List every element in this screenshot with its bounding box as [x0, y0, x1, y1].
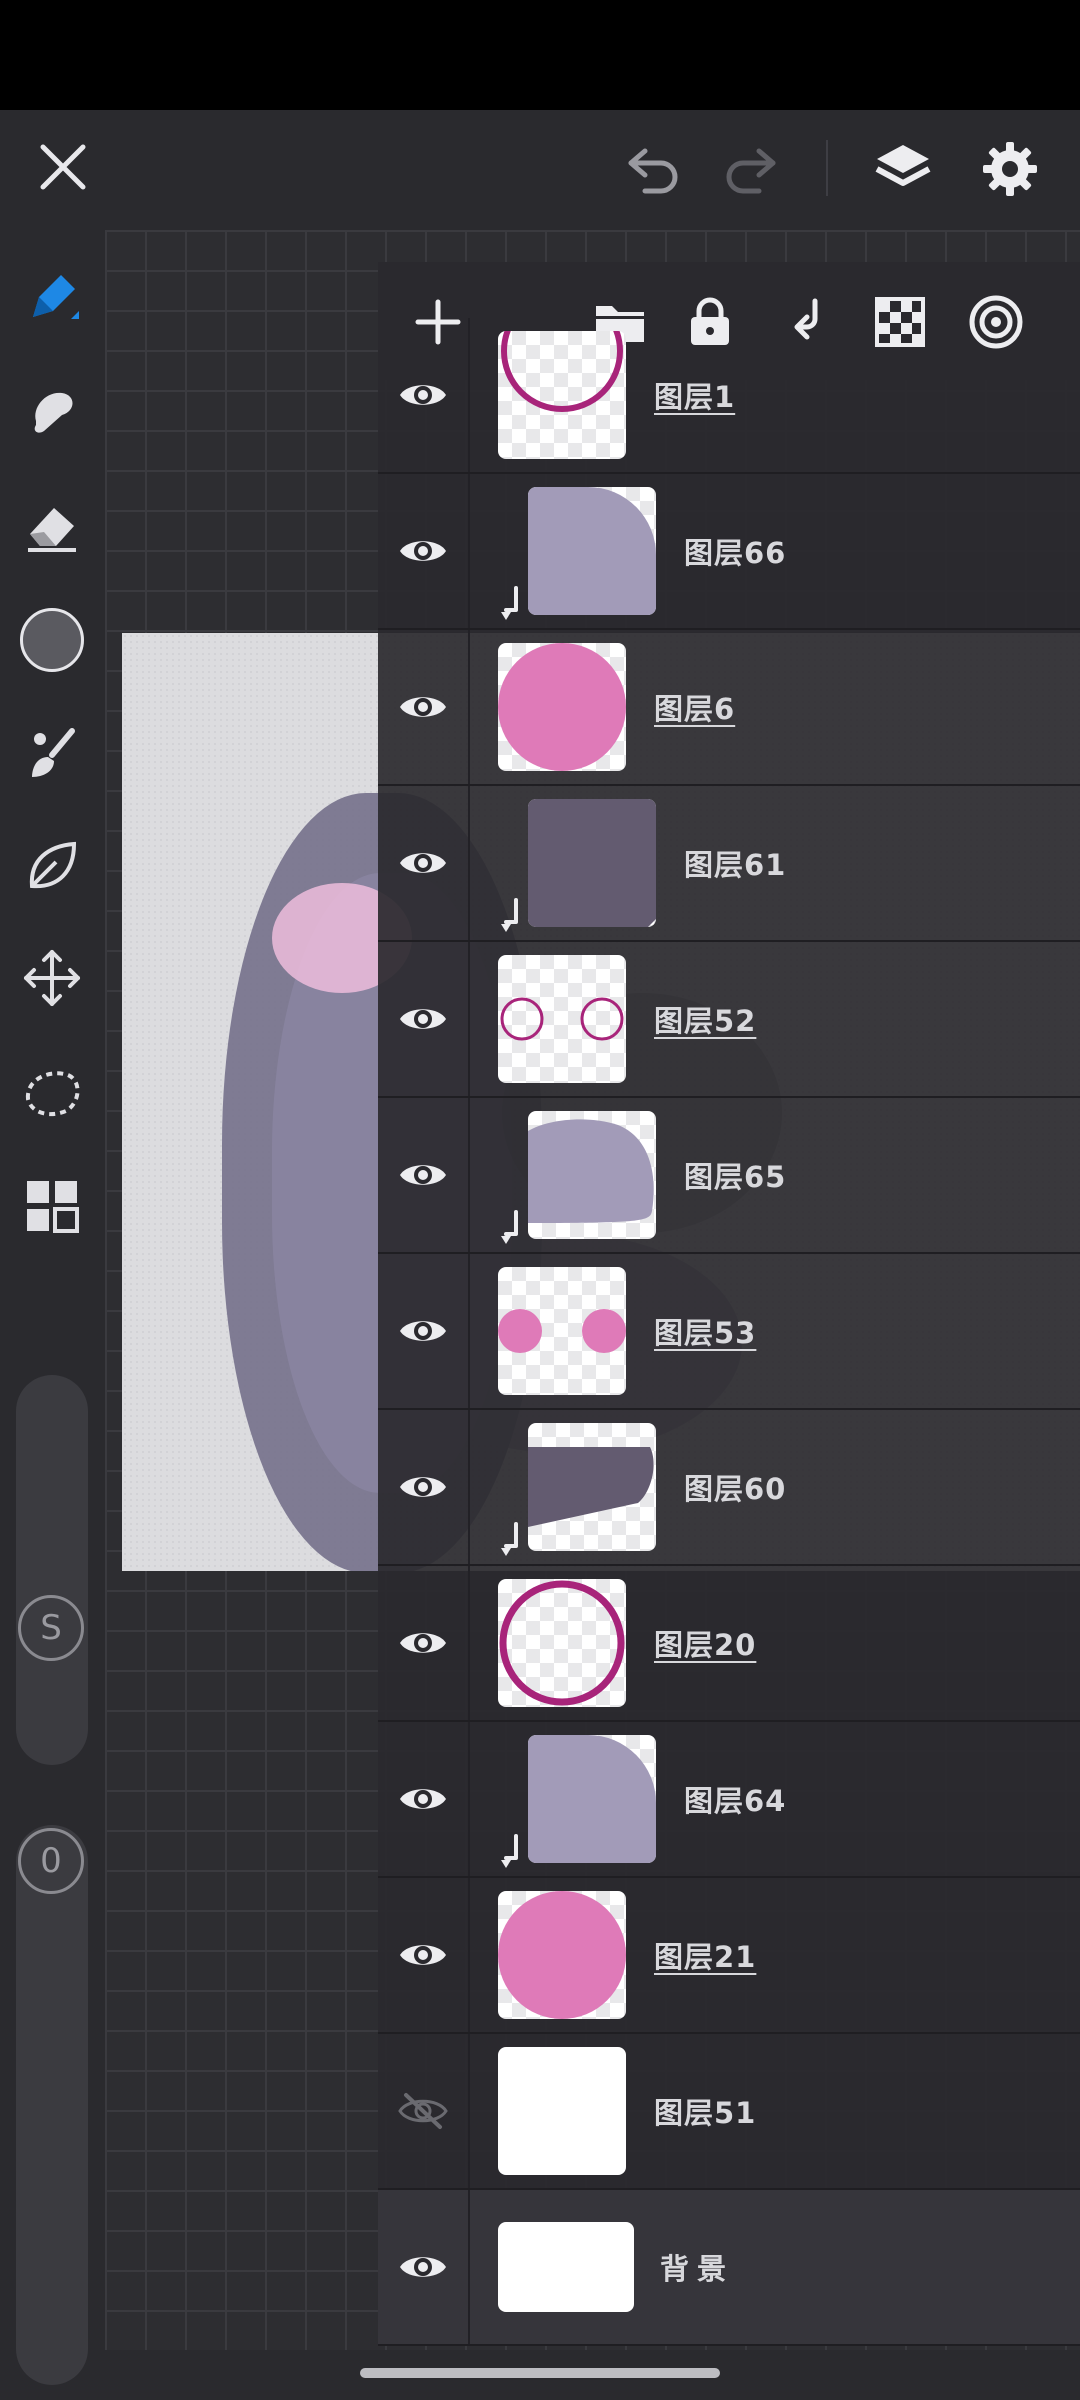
- grid-icon[interactable]: [14, 1168, 90, 1244]
- status-bar: [0, 0, 1080, 110]
- clipping-mask-icon: [496, 1210, 526, 1246]
- redo-icon[interactable]: [718, 136, 784, 202]
- row-divider: [468, 1878, 470, 2032]
- row-divider: [468, 786, 470, 940]
- layer-name: 图层66: [684, 536, 787, 570]
- brush-size-slider[interactable]: [16, 1375, 88, 1765]
- row-divider: [468, 2034, 470, 2188]
- close-icon[interactable]: [28, 132, 98, 202]
- layer-row[interactable]: 图层1: [378, 318, 1080, 474]
- eye-icon[interactable]: [396, 2240, 450, 2294]
- layer-row[interactable]: 图层51: [378, 2034, 1080, 2190]
- layer-row[interactable]: 图层61: [378, 786, 1080, 942]
- layer-thumbnail[interactable]: [528, 487, 656, 615]
- layer-row[interactable]: 图层64: [378, 1722, 1080, 1878]
- layer-row[interactable]: 图层53: [378, 1254, 1080, 1410]
- layer-row[interactable]: 图层65: [378, 1098, 1080, 1254]
- home-indicator[interactable]: [360, 2368, 720, 2378]
- eye-icon[interactable]: [396, 836, 450, 890]
- layer-name: 图层65: [684, 1160, 787, 1194]
- eye-icon[interactable]: [396, 1460, 450, 1514]
- layer-row[interactable]: 图层52: [378, 942, 1080, 1098]
- eye-icon[interactable]: [396, 368, 450, 422]
- layer-name: 图层51: [654, 2096, 757, 2130]
- clipping-mask-icon: [496, 898, 526, 934]
- layer-thumbnail[interactable]: [498, 331, 626, 459]
- size-slider-label: S: [18, 1595, 84, 1661]
- eye-icon[interactable]: [396, 1148, 450, 1202]
- row-divider: [468, 474, 470, 628]
- pencil-icon[interactable]: [14, 260, 90, 336]
- layers-icon[interactable]: [868, 134, 938, 204]
- layer-thumbnail[interactable]: [498, 643, 626, 771]
- eye-icon[interactable]: [396, 680, 450, 734]
- layer-name: 图层20: [654, 1628, 757, 1662]
- opacity-slider-label: 0: [18, 1828, 84, 1894]
- layer-name: 图层53: [654, 1316, 757, 1350]
- layer-row[interactable]: 背景: [378, 2190, 1080, 2346]
- row-divider: [468, 2190, 470, 2344]
- eye-hidden-icon[interactable]: [396, 2084, 450, 2138]
- row-divider: [468, 630, 470, 784]
- brush-icon[interactable]: [14, 715, 90, 791]
- layer-thumbnail[interactable]: [498, 2222, 634, 2312]
- layer-name: 图层60: [684, 1472, 787, 1506]
- row-divider: [468, 1254, 470, 1408]
- layer-row[interactable]: 图层60: [378, 1410, 1080, 1566]
- row-divider: [468, 1566, 470, 1720]
- layer-name: 图层61: [684, 848, 787, 882]
- color-swatch[interactable]: [14, 602, 90, 678]
- layer-thumbnail[interactable]: [498, 2047, 626, 2175]
- eye-icon[interactable]: [396, 1772, 450, 1826]
- smudge-icon[interactable]: [14, 373, 90, 449]
- layer-name: 背景: [660, 2252, 735, 2286]
- clipping-mask-icon: [496, 586, 526, 622]
- row-divider: [468, 942, 470, 1096]
- layer-thumbnail[interactable]: [498, 1267, 626, 1395]
- layer-thumbnail[interactable]: [528, 1111, 656, 1239]
- top-toolbar: [0, 110, 1080, 225]
- eraser-icon[interactable]: [14, 488, 90, 564]
- layer-thumbnail[interactable]: [528, 1423, 656, 1551]
- eye-icon[interactable]: [396, 992, 450, 1046]
- lasso-icon[interactable]: [14, 1055, 90, 1131]
- layer-name: 图层1: [654, 380, 736, 414]
- layer-thumbnail[interactable]: [528, 799, 656, 927]
- leaf-icon[interactable]: [14, 828, 90, 904]
- eye-icon[interactable]: [396, 524, 450, 578]
- layer-row[interactable]: 图层20: [378, 1566, 1080, 1722]
- layer-row[interactable]: 图层21: [378, 1878, 1080, 2034]
- row-divider: [468, 1410, 470, 1564]
- gear-icon[interactable]: [975, 134, 1045, 204]
- row-divider: [468, 1098, 470, 1252]
- layer-name: 图层21: [654, 1940, 757, 1974]
- toolbar-divider: [826, 140, 828, 196]
- layers-panel: 图层1 图层66 图层6 图层61 图层52 图层65 图层53 图层60 图层20 图层64 图层…: [378, 262, 1080, 2346]
- layer-name: 图层52: [654, 1004, 757, 1038]
- eye-icon[interactable]: [396, 1616, 450, 1670]
- opacity-slider[interactable]: [16, 1825, 88, 2385]
- undo-icon[interactable]: [620, 136, 686, 202]
- layer-thumbnail[interactable]: [528, 1735, 656, 1863]
- eye-icon[interactable]: [396, 1304, 450, 1358]
- row-divider: [468, 1722, 470, 1876]
- move-icon[interactable]: [14, 940, 90, 1016]
- layer-thumbnail[interactable]: [498, 1891, 626, 2019]
- layer-name: 图层6: [654, 692, 736, 726]
- clipping-mask-icon: [496, 1834, 526, 1870]
- eye-icon[interactable]: [396, 1928, 450, 1982]
- layer-thumbnail[interactable]: [498, 1579, 626, 1707]
- layer-row[interactable]: 图层6: [378, 630, 1080, 786]
- layer-name: 图层64: [684, 1784, 787, 1818]
- layer-row[interactable]: 图层66: [378, 474, 1080, 630]
- layer-thumbnail[interactable]: [498, 955, 626, 1083]
- row-divider: [468, 318, 470, 472]
- clipping-mask-icon: [496, 1522, 526, 1558]
